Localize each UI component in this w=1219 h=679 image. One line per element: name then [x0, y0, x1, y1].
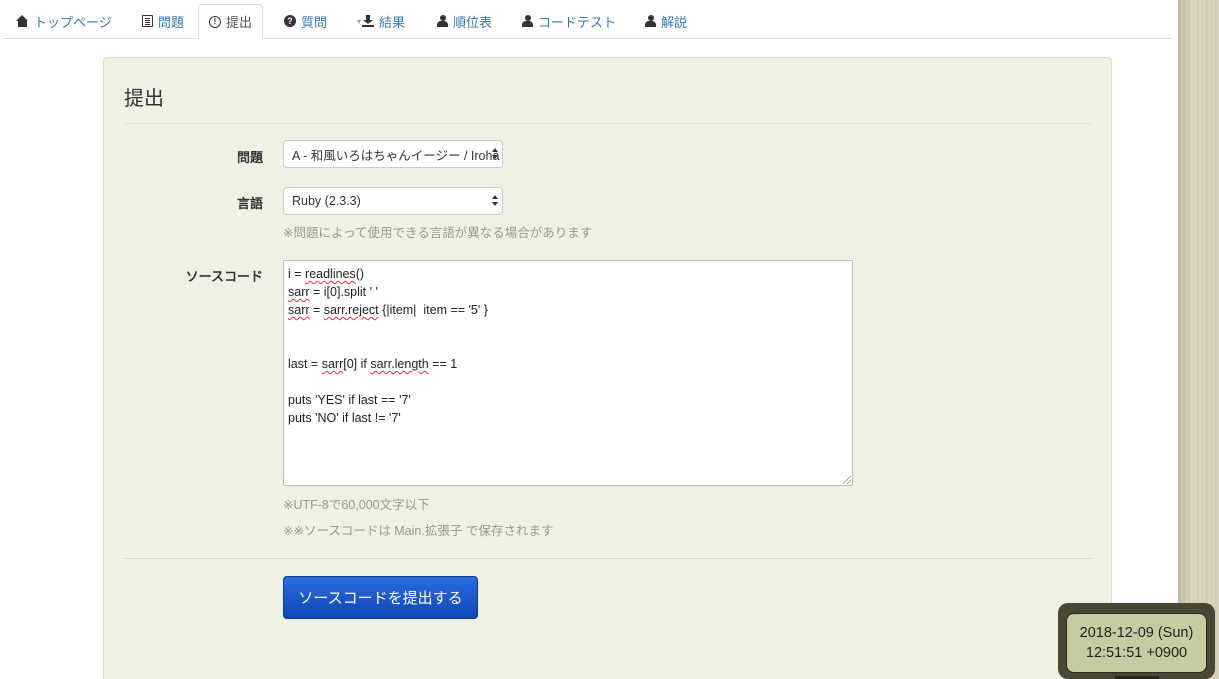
- download-icon: [362, 15, 375, 27]
- problem-label: 問題: [236, 150, 263, 165]
- tab-editorial[interactable]: 解説: [635, 4, 697, 38]
- wood-background: [1178, 0, 1219, 679]
- problem-select-value: A - 和風いろはちゃんイージー / Iroha and Haiku (ABC …: [292, 148, 502, 163]
- language-help-text: ※問題によって使用できる言語が異なる場合があります: [283, 226, 593, 240]
- select-arrows-icon: [492, 148, 498, 160]
- tab-label: トップページ: [34, 14, 112, 30]
- form-divider: [124, 558, 1093, 559]
- source-help-text-1: ※UTF-8で60,000文字以下: [283, 498, 430, 512]
- submit-source-button[interactable]: ソースコードを提出する: [283, 576, 478, 619]
- code-line: puts 'YES' if last == '7': [288, 393, 411, 407]
- tab-label: 解説: [661, 14, 688, 30]
- tab-label: 質問: [301, 14, 328, 30]
- tab-code-test[interactable]: コードテスト: [512, 4, 626, 38]
- language-label: 言語: [236, 196, 263, 211]
- tab-results[interactable]: ▾ 結果: [347, 4, 415, 38]
- code-line: sarr = i[0].split ' ': [288, 285, 378, 299]
- info-circle-icon: !: [209, 15, 221, 28]
- tab-submit[interactable]: ! 提出: [198, 4, 264, 39]
- clock-date: 2018-12-09 (Sun): [1079, 625, 1194, 641]
- user-icon: [437, 15, 448, 27]
- tab-label: 順位表: [453, 14, 493, 30]
- clock-face: 2018-12-09 (Sun) 12:51:51 +0900: [1066, 613, 1207, 673]
- select-arrows-icon: [492, 195, 498, 207]
- language-select-value: Ruby (2.3.3): [292, 194, 361, 208]
- tab-top-page[interactable]: トップページ: [6, 4, 122, 38]
- resize-grip-icon[interactable]: [843, 476, 851, 484]
- chevron-down-icon: ▾: [357, 16, 362, 26]
- source-help-text-2: ※※ソースコードは Main.拡張子 で保存されます: [283, 524, 554, 538]
- tab-questions[interactable]: ? 質問: [274, 4, 337, 38]
- question-circle-icon: ?: [284, 15, 296, 27]
- code-line: sarr = sarr.reject {|item| item == '5' }: [288, 303, 488, 317]
- list-icon: [142, 15, 153, 27]
- submit-panel: 提出 問題 A - 和風いろはちゃんイージー / Iroha and Haiku…: [103, 57, 1112, 679]
- tab-label: コードテスト: [538, 14, 617, 30]
- home-icon: [16, 15, 29, 27]
- code-line: last = sarr[0] if sarr.length == 1: [288, 357, 458, 371]
- tab-standings[interactable]: 順位表: [427, 4, 502, 38]
- clock-widget: 2018-12-09 (Sun) 12:51:51 +0900: [1058, 603, 1215, 679]
- title-divider: [124, 123, 1093, 124]
- user-icon: [522, 15, 533, 27]
- nav-tabs: トップページ 問題 ! 提出 ? 質問 ▾ 結果 順位表 コードテスト 解説: [3, 0, 1172, 39]
- source-code-textarea[interactable]: i = readlines() sarr = i[0].split ' ' sa…: [283, 260, 853, 486]
- language-select[interactable]: Ruby (2.3.3): [283, 187, 503, 215]
- tab-label: 提出: [226, 15, 253, 30]
- tab-problems[interactable]: 問題: [132, 4, 194, 38]
- problem-select[interactable]: A - 和風いろはちゃんイージー / Iroha and Haiku (ABC …: [283, 140, 503, 168]
- tab-label: 結果: [379, 14, 406, 30]
- code-line: i = readlines(): [288, 267, 365, 281]
- source-code-label: ソースコード: [185, 269, 263, 284]
- user-icon: [645, 15, 656, 27]
- page-title: 提出: [124, 88, 164, 110]
- code-line: puts 'NO' if last != '7': [288, 411, 401, 425]
- tab-label: 問題: [158, 14, 185, 30]
- clock-time: 12:51:51 +0900: [1085, 645, 1188, 661]
